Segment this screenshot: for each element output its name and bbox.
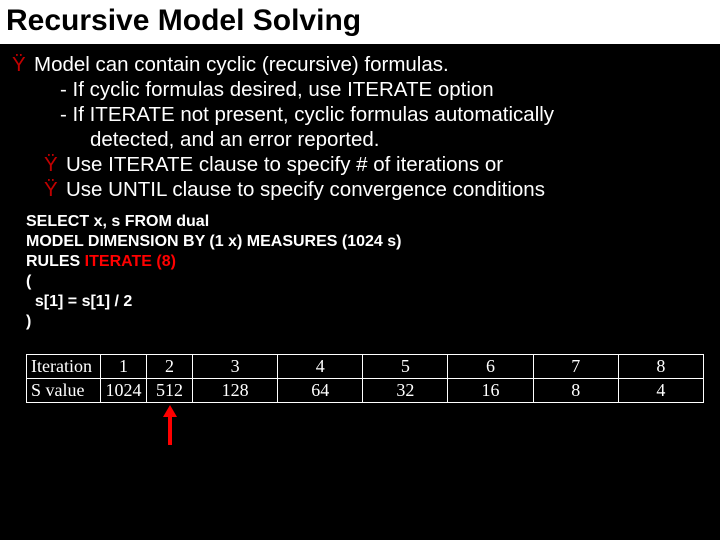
cell: 128	[193, 379, 278, 403]
cell: 2	[147, 355, 193, 379]
up-arrow-icon	[163, 405, 177, 445]
cell: 6	[448, 355, 533, 379]
cell: 5	[363, 355, 448, 379]
bullet-subitem-cont: detected, and an error reported.	[8, 127, 712, 152]
data-table: Iteration 1 2 3 4 5 6 7 8 S value 1024 5…	[26, 354, 704, 403]
code-line: MODEL DIMENSION BY (1 x) MEASURES (1024 …	[26, 232, 712, 252]
bullet-text: Use ITERATE clause to specify # of itera…	[66, 152, 712, 177]
bullet-text: detected, and an error reported.	[34, 127, 712, 152]
bullet-subitem: - If cyclic formulas desired, use ITERAT…	[8, 77, 712, 102]
bullet-glyph: Ÿ	[8, 177, 66, 202]
code-line: SELECT x, s FROM dual	[26, 212, 712, 232]
cell: 1	[101, 355, 147, 379]
page-title: Recursive Model Solving	[6, 4, 714, 38]
code-line: s[1] = s[1] / 2	[26, 292, 712, 312]
cell: 1024	[101, 379, 147, 403]
cell: 8	[533, 379, 618, 403]
row-label: S value	[27, 379, 101, 403]
cell: 512	[147, 379, 193, 403]
bullet-spacer	[8, 127, 34, 152]
bullet-glyph: Ÿ	[8, 152, 66, 177]
cell: 7	[533, 355, 618, 379]
bullet-spacer	[8, 77, 34, 102]
code-line: )	[26, 312, 712, 332]
cell: 4	[278, 355, 363, 379]
bullet-item: Ÿ Use ITERATE clause to specify # of ite…	[8, 152, 712, 177]
cell: 4	[618, 379, 703, 403]
bullet-text: Model can contain cyclic (recursive) for…	[34, 52, 712, 77]
title-bar: Recursive Model Solving	[0, 0, 720, 44]
row-label: Iteration	[27, 355, 101, 379]
cell: 3	[193, 355, 278, 379]
code-line: (	[26, 272, 712, 292]
bullet-list: Ÿ Model can contain cyclic (recursive) f…	[8, 52, 712, 202]
table-row: S value 1024 512 128 64 32 16 8 4	[27, 379, 704, 403]
bullet-subitem: - If ITERATE not present, cyclic formula…	[8, 102, 712, 127]
cell: 64	[278, 379, 363, 403]
iteration-table: Iteration 1 2 3 4 5 6 7 8 S value 1024 5…	[8, 354, 712, 403]
code-line: RULES ITERATE (8)	[26, 252, 712, 272]
bullet-text: Use UNTIL clause to specify convergence …	[66, 177, 712, 202]
slide-content: Ÿ Model can contain cyclic (recursive) f…	[0, 44, 720, 453]
arrow-annotation	[26, 403, 712, 453]
bullet-spacer	[8, 102, 34, 127]
bullet-text: - If cyclic formulas desired, use ITERAT…	[34, 77, 712, 102]
code-block: SELECT x, s FROM dual MODEL DIMENSION BY…	[8, 212, 712, 332]
bullet-text: - If ITERATE not present, cyclic formula…	[34, 102, 712, 127]
cell: 32	[363, 379, 448, 403]
cell: 8	[618, 355, 703, 379]
table-row: Iteration 1 2 3 4 5 6 7 8	[27, 355, 704, 379]
bullet-item: Ÿ Use UNTIL clause to specify convergenc…	[8, 177, 712, 202]
bullet-item: Ÿ Model can contain cyclic (recursive) f…	[8, 52, 712, 77]
bullet-glyph: Ÿ	[8, 52, 34, 77]
cell: 16	[448, 379, 533, 403]
code-text: RULES	[26, 253, 85, 270]
code-keyword-iterate: ITERATE (8)	[85, 253, 176, 270]
